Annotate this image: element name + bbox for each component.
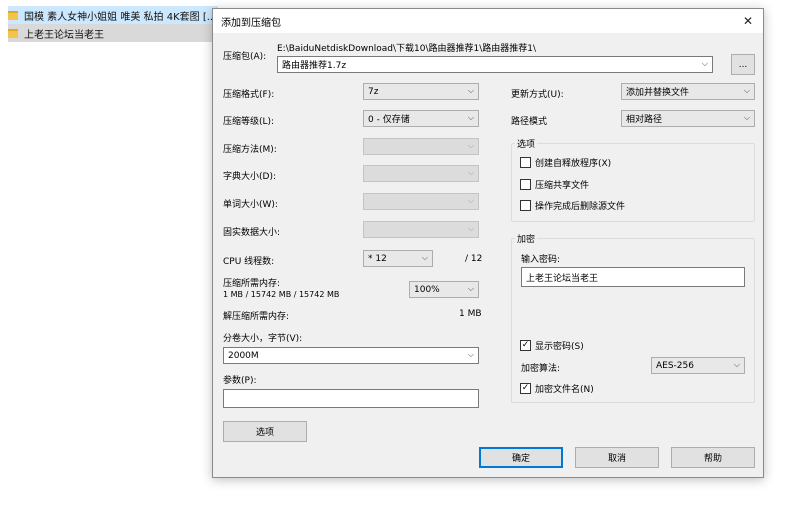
help-button[interactable]: 帮助	[671, 447, 755, 468]
update-value: 添加并替换文件	[626, 88, 690, 98]
checkmark-icon: ✓	[520, 340, 531, 351]
params-input[interactable]	[223, 389, 479, 408]
chevron-down-icon: ⌵	[467, 168, 474, 177]
checkmark-icon: ✓	[520, 383, 531, 394]
mem-decomp-value: 1 MB	[459, 309, 482, 319]
split-label: 分卷大小，字节(V):	[223, 334, 303, 344]
browse-button[interactable]: ...	[731, 54, 755, 75]
chevron-down-icon: ⌵	[467, 284, 474, 293]
format-label: 压缩格式(F):	[223, 90, 275, 100]
chevron-down-icon: ⌵	[467, 86, 474, 95]
enc-method-select[interactable]: AES-256 ⌵	[651, 357, 745, 374]
shared-files-checkbox[interactable]: 压缩共享文件	[520, 178, 589, 191]
checkbox-box	[520, 157, 531, 168]
level-value: 0 - 仅存储	[368, 115, 410, 125]
cpu-label: CPU 线程数:	[223, 257, 275, 267]
show-password-checkbox[interactable]: ✓ 显示密码(S)	[520, 339, 584, 352]
path-mode-value: 相对路径	[626, 115, 663, 125]
split-size-combo[interactable]: 2000M ⌵	[223, 347, 479, 364]
shared-files-label: 压缩共享文件	[535, 181, 590, 191]
enc-method-label: 加密算法:	[521, 364, 561, 374]
enc-method-value: AES-256	[656, 360, 694, 371]
word-label: 单词大小(W):	[223, 200, 278, 210]
password-label: 输入密码:	[521, 255, 561, 265]
sfx-checkbox[interactable]: 创建自释放程序(X)	[520, 156, 611, 169]
solid-label: 固实数据大小:	[223, 228, 281, 238]
update-select[interactable]: 添加并替换文件 ⌵	[621, 83, 755, 100]
archive-name-value: 路由器推荐1.7z	[282, 61, 347, 71]
format-select[interactable]: 7z ⌵	[363, 83, 479, 100]
folder-icon	[8, 28, 18, 38]
solid-select[interactable]: ⌵	[363, 221, 479, 238]
dict-label: 字典大小(D):	[223, 172, 276, 182]
encrypt-filenames-checkbox[interactable]: ✓ 加密文件名(N)	[520, 382, 594, 395]
chevron-down-icon: ⌵	[701, 59, 708, 68]
level-label: 压缩等级(L):	[223, 117, 275, 127]
show-password-label: 显示密码(S)	[535, 342, 584, 352]
mem-percent-value: 100%	[414, 284, 440, 295]
chevron-down-icon: ⌵	[467, 224, 474, 233]
params-label: 参数(P):	[223, 376, 257, 386]
delete-after-checkbox[interactable]: 操作完成后删除源文件	[520, 199, 625, 212]
method-select[interactable]: ⌵	[363, 138, 479, 155]
path-mode-select[interactable]: 相对路径 ⌵	[621, 110, 755, 127]
mem-comp-detail: 1 MB / 15742 MB / 15742 MB	[223, 290, 340, 299]
archive-path: E:\BaiduNetdiskDownload\下载10\路由器推荐1\路由器推…	[277, 44, 537, 54]
ok-button[interactable]: 确定	[479, 447, 563, 468]
folder-icon	[8, 10, 18, 20]
chevron-down-icon: ⌵	[467, 196, 474, 205]
chevron-down-icon: ⌵	[733, 360, 740, 369]
mem-comp-label: 压缩所需内存:	[223, 279, 281, 289]
title-bar: 添加到压缩包 ✕	[213, 9, 763, 33]
delete-after-label: 操作完成后删除源文件	[535, 202, 626, 212]
encryption-group-title: 加密	[515, 232, 538, 245]
checkbox-box	[520, 179, 531, 190]
split-value: 2000M	[228, 350, 259, 361]
list-item-label: 国模 素人女神小姐姐 唯美 私拍 4K套图 [...	[24, 11, 217, 23]
chevron-down-icon: ⌵	[467, 113, 474, 122]
archive-name-combo[interactable]: 路由器推荐1.7z ⌵	[277, 56, 713, 73]
cpu-select[interactable]: * 12 ⌵	[363, 250, 433, 267]
cancel-button[interactable]: 取消	[575, 447, 659, 468]
dialog-title: 添加到压缩包	[221, 17, 281, 29]
password-input[interactable]: 上老王论坛当老王	[521, 267, 745, 287]
method-label: 压缩方法(M):	[223, 145, 277, 155]
cpu-max: / 12	[465, 254, 483, 264]
add-to-archive-dialog: 添加到压缩包 ✕ 压缩包(A): E:\BaiduNetdiskDownload…	[212, 8, 764, 478]
cpu-value: * 12	[368, 253, 387, 264]
options-group-title: 选项	[515, 137, 538, 150]
encrypt-filenames-label: 加密文件名(N)	[535, 385, 594, 395]
chevron-down-icon: ⌵	[421, 253, 428, 262]
dict-select[interactable]: ⌵	[363, 165, 479, 182]
mem-percent-select[interactable]: 100% ⌵	[409, 281, 479, 298]
path-mode-label: 路径模式	[511, 117, 548, 127]
mem-decomp-label: 解压缩所需内存:	[223, 312, 290, 322]
list-item-label: 上老王论坛当老王	[24, 29, 104, 41]
close-icon[interactable]: ✕	[739, 12, 757, 30]
options-button[interactable]: 选项	[223, 421, 307, 442]
list-item[interactable]: 上老王论坛当老王	[8, 24, 212, 42]
archive-label: 压缩包(A):	[223, 52, 267, 62]
chevron-down-icon: ⌵	[467, 350, 474, 359]
sfx-label: 创建自释放程序(X)	[535, 159, 612, 169]
format-value: 7z	[368, 86, 379, 97]
chevron-down-icon: ⌵	[467, 141, 474, 150]
word-select[interactable]: ⌵	[363, 193, 479, 210]
list-item[interactable]: 国模 素人女神小姐姐 唯美 私拍 4K套图 [...	[8, 6, 218, 24]
chevron-down-icon: ⌵	[743, 113, 750, 122]
level-select[interactable]: 0 - 仅存储 ⌵	[363, 110, 479, 127]
chevron-down-icon: ⌵	[743, 86, 750, 95]
update-label: 更新方式(U):	[511, 90, 564, 100]
checkbox-box	[520, 200, 531, 211]
